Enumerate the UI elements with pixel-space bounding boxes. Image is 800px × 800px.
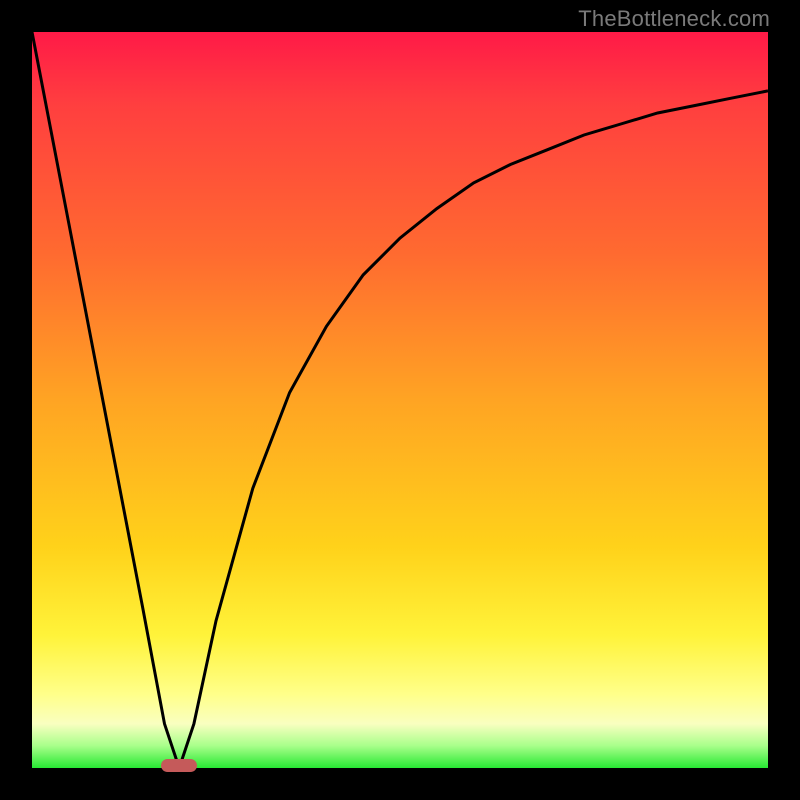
curve-line [32, 32, 768, 768]
optimum-marker [161, 759, 197, 772]
plot-area [32, 32, 768, 768]
attribution-text: TheBottleneck.com [578, 6, 770, 32]
chart-frame: TheBottleneck.com [0, 0, 800, 800]
bottleneck-curve [32, 32, 768, 768]
